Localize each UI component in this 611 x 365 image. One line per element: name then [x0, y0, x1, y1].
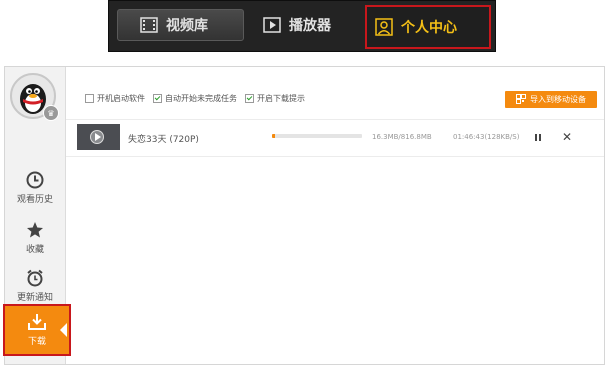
download-hint-checkbox[interactable]: 开启下载提示 — [245, 93, 305, 104]
import-button-label: 导入到移动设备 — [530, 95, 586, 104]
checkbox-box[interactable] — [153, 94, 162, 103]
tab-video-library[interactable]: 视频库 — [117, 9, 244, 41]
tab-personal-center[interactable]: 个人中心 — [365, 5, 491, 49]
pause-icon — [535, 133, 537, 141]
sidebar-item-label: 下载 — [27, 337, 46, 347]
sidebar-item-label: 观看历史 — [16, 195, 53, 205]
tab-player[interactable]: 播放器 — [255, 9, 365, 41]
star-icon — [27, 222, 43, 238]
sidebar-item-update-notices[interactable]: 更新通知 — [5, 263, 65, 309]
sidebar-item-history[interactable]: 观看历史 — [5, 165, 65, 211]
boot-start-checkbox[interactable]: 开机启动软件 — [85, 93, 145, 104]
top-navigation-bar: 视频库 播放器 个人中心 — [108, 0, 496, 52]
tab-player-label: 播放器 — [289, 18, 331, 34]
download-hint-label: 开启下载提示 — [257, 94, 305, 103]
auto-resume-checkbox[interactable]: 自动开始未完成任务 — [153, 93, 237, 104]
clock-icon — [26, 171, 44, 189]
video-thumbnail[interactable] — [77, 124, 120, 150]
tab-personal-center-label: 个人中心 — [401, 20, 457, 36]
download-task-row[interactable]: 失恋33天 (720P) 16.3MB/816.8MB 01:46:43(128… — [66, 119, 604, 157]
download-progress-bar — [272, 134, 362, 138]
auto-resume-label: 自动开始未完成任务 — [165, 94, 237, 103]
tab-video-library-label: 视频库 — [166, 18, 208, 34]
download-eta: 01:46:43(128KB/S) — [453, 133, 520, 141]
qr-code-icon — [516, 93, 526, 106]
close-icon: ✕ — [561, 130, 573, 144]
crown-icon: ♛ — [43, 105, 59, 121]
sidebar-item-label: 更新通知 — [16, 293, 53, 303]
play-icon — [263, 17, 281, 33]
import-to-mobile-button[interactable]: 导入到移动设备 — [505, 91, 597, 108]
personal-center-panel: ♛ 观看历史 收藏 更新通知 下载 开机启动软件 自动开始未完成任务 开启下载提… — [3, 66, 605, 365]
film-icon — [140, 17, 158, 33]
user-icon — [375, 18, 393, 36]
download-progress-fill — [272, 134, 275, 138]
download-size: 16.3MB/816.8MB — [372, 133, 432, 141]
sidebar: ♛ 观看历史 收藏 更新通知 下载 — [3, 67, 71, 364]
sidebar-item-label: 收藏 — [25, 245, 44, 255]
checkbox-box[interactable] — [245, 94, 254, 103]
active-item-pointer — [60, 323, 67, 337]
download-icon — [28, 314, 46, 330]
cancel-button[interactable]: ✕ — [560, 130, 574, 144]
alarm-icon — [27, 269, 43, 287]
boot-start-label: 开机启动软件 — [97, 94, 145, 103]
download-title: 失恋33天 (720P) — [128, 135, 199, 145]
checkbox-box[interactable] — [85, 94, 94, 103]
pause-icon — [539, 133, 541, 141]
pause-button[interactable] — [532, 131, 544, 143]
sidebar-item-favorites[interactable]: 收藏 — [5, 215, 65, 261]
play-icon — [90, 130, 104, 144]
